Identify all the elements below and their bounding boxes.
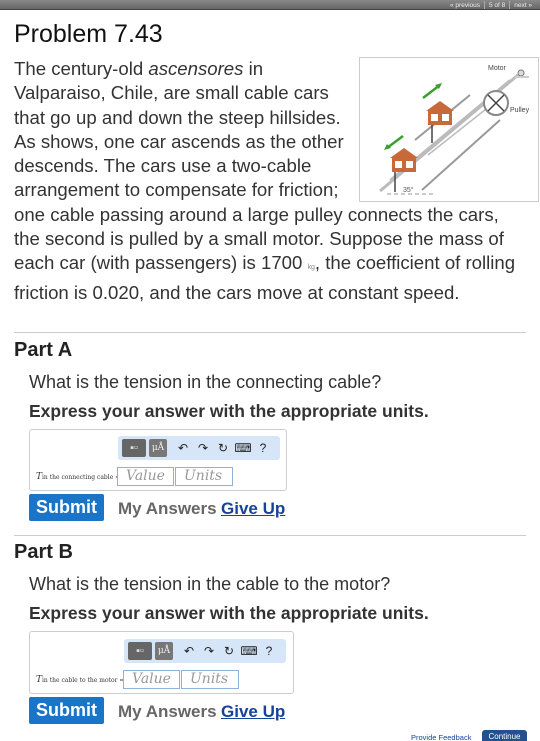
undo-button[interactable]: ↶ <box>173 439 193 457</box>
divider <box>14 535 526 536</box>
help-button[interactable]: ? <box>253 439 273 457</box>
part-b-variable-label: T in the cable to the motor = <box>36 675 125 685</box>
part-a-toolbar: ▪▫ μÅ ↶ ↷ ↻ ⌨ ? <box>118 436 280 460</box>
templates-button[interactable]: ▪▫ <box>128 642 152 660</box>
templates-icon: ▪▫ <box>136 645 144 657</box>
angle-label: 35° <box>403 186 414 194</box>
undo-button[interactable]: ↶ <box>179 642 199 660</box>
next-link[interactable]: next » <box>510 2 536 9</box>
part-b-toolbar: ▪▫ μÅ ↶ ↷ ↻ ⌨ ? <box>124 639 286 663</box>
units-button[interactable]: μÅ <box>155 642 173 660</box>
templates-icon: ▪▫ <box>130 442 138 454</box>
reset-button[interactable]: ↻ <box>213 439 233 457</box>
part-a-variable-label: T in the connecting cable = <box>36 472 120 482</box>
figure-svg: 35° Pulley Motor <box>379 65 530 195</box>
keyboard-button[interactable]: ⌨ <box>239 642 259 660</box>
mass-unit: kg <box>307 264 315 272</box>
provide-feedback-link[interactable]: Provide Feedback <box>411 733 471 741</box>
part-b-title: Part B <box>14 541 73 563</box>
page-title: Problem 7.43 <box>14 20 163 48</box>
part-a-answer-box: ▪▫ μÅ ↶ ↷ ↻ ⌨ ? T in the connecting cabl… <box>29 429 287 491</box>
units-button[interactable]: μÅ <box>149 439 167 457</box>
part-a-my-answers[interactable]: My Answers <box>118 499 217 519</box>
upper-car <box>426 101 454 143</box>
part-b-answer-box: ▪▫ μÅ ↶ ↷ ↻ ⌨ ? T in the cable to the mo… <box>29 631 294 694</box>
problem-nav: « previous 5 of 8 next » <box>446 0 536 10</box>
motor-label: Motor <box>488 65 507 72</box>
ascensores-figure[interactable]: 35° Pulley Motor <box>359 57 539 202</box>
part-b-value-input[interactable]: Value <box>123 670 180 689</box>
down-arrow <box>386 135 404 149</box>
part-a-title: Part A <box>14 339 73 361</box>
continue-button[interactable]: Continue <box>482 730 527 741</box>
lower-car <box>390 148 418 192</box>
part-a-question: What is the tension in the connecting ca… <box>29 372 382 392</box>
ascensores-term: ascensores <box>148 58 244 79</box>
part-a-submit-button[interactable]: Submit <box>29 494 104 521</box>
part-a-units-input[interactable]: Units <box>175 467 233 486</box>
redo-button[interactable]: ↷ <box>193 439 213 457</box>
help-button[interactable]: ? <box>259 642 279 660</box>
problem-statement: 35° Pulley Motor The century-old ascenso… <box>14 57 539 305</box>
part-b-instruction: Express your answer with the appropriate… <box>29 603 429 623</box>
pulley-label: Pulley <box>510 107 530 114</box>
divider <box>14 332 526 333</box>
part-b-units-input[interactable]: Units <box>181 670 239 689</box>
part-a-give-up-link[interactable]: Give Up <box>221 499 285 519</box>
redo-button[interactable]: ↷ <box>199 642 219 660</box>
previous-link[interactable]: « previous <box>446 2 484 9</box>
part-a-instruction: Express your answer with the appropriate… <box>29 401 429 421</box>
keyboard-button[interactable]: ⌨ <box>233 439 253 457</box>
top-bar: « previous 5 of 8 next » <box>0 0 540 10</box>
templates-button[interactable]: ▪▫ <box>122 439 146 457</box>
part-b-give-up-link[interactable]: Give Up <box>221 702 285 722</box>
part-a-value-input[interactable]: Value <box>117 467 174 486</box>
part-b-submit-button[interactable]: Submit <box>29 697 104 724</box>
part-b-my-answers[interactable]: My Answers <box>118 702 217 722</box>
reset-button[interactable]: ↻ <box>219 642 239 660</box>
problem-position: 5 of 8 <box>489 1 506 9</box>
part-b-question: What is the tension in the cable to the … <box>29 574 391 594</box>
